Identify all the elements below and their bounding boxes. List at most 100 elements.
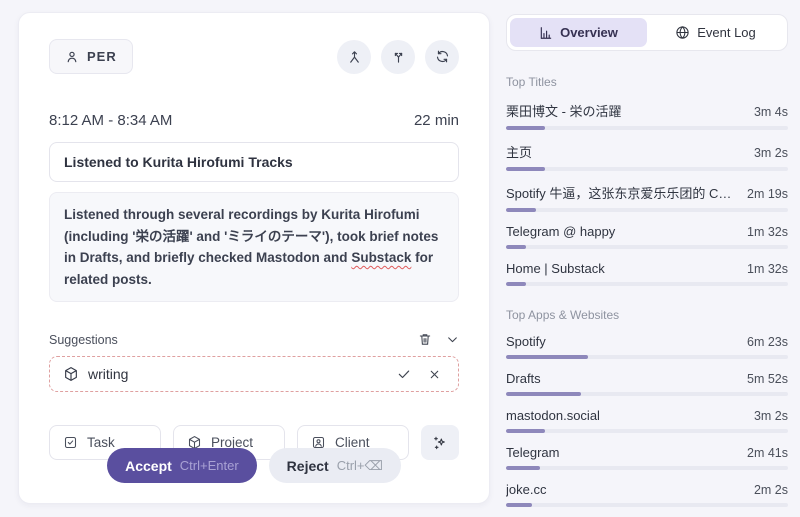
- stat-progress-track: [506, 167, 788, 171]
- category-badge-label: PER: [87, 49, 117, 64]
- stat-duration: 6m 23s: [747, 335, 788, 349]
- stat-duration: 3m 2s: [754, 146, 788, 160]
- duration-value: 22 min: [414, 112, 459, 129]
- trash-icon[interactable]: [418, 332, 432, 347]
- refresh-button[interactable]: [425, 40, 459, 74]
- stat-progress-track: [506, 245, 788, 249]
- top-titles-header: Top Titles: [506, 75, 788, 89]
- stat-duration: 2m 41s: [747, 446, 788, 460]
- accept-shortcut: Ctrl+Enter: [180, 458, 239, 473]
- card-actions: [337, 40, 459, 74]
- stat-progress-fill: [506, 208, 536, 212]
- description-misspelled-word: Substack: [351, 250, 411, 265]
- cta-row: Accept Ctrl+Enter Reject Ctrl+⌫: [19, 448, 489, 483]
- stat-progress-fill: [506, 126, 545, 130]
- suggestions-label: Suggestions: [49, 333, 118, 347]
- stat-progress-track: [506, 282, 788, 286]
- stat-progress-fill: [506, 355, 588, 359]
- stat-progress-fill: [506, 429, 545, 433]
- card-header: PER: [49, 39, 459, 74]
- stat-progress-fill: [506, 503, 532, 507]
- chevron-down-icon[interactable]: [446, 333, 459, 346]
- stat-label: Drafts: [506, 371, 737, 386]
- person-icon: [65, 50, 79, 64]
- top-apps-section: Top Apps & Websites Spotify 6m 23s Draft…: [506, 308, 788, 507]
- stat-row[interactable]: Spotify 牛逼，这张东京爱乐乐团的 CD，演奏... 2m 19s: [506, 183, 788, 212]
- stat-progress-fill: [506, 167, 545, 171]
- stat-label: Telegram @ happy: [506, 224, 737, 239]
- project-cube-icon: [63, 366, 79, 382]
- stat-duration: 3m 2s: [754, 409, 788, 423]
- stats-panel: Overview Event Log Top Titles 栗田博文 - 栄の活…: [506, 14, 788, 517]
- top-apps-header: Top Apps & Websites: [506, 308, 788, 322]
- accept-button[interactable]: Accept Ctrl+Enter: [107, 448, 257, 483]
- stat-progress-fill: [506, 282, 526, 286]
- split-icon: [391, 49, 406, 64]
- stat-label: mastodon.social: [506, 408, 744, 423]
- stat-label: Spotify: [506, 334, 737, 349]
- suggestion-accept-button[interactable]: [393, 365, 415, 383]
- stat-duration: 1m 32s: [747, 262, 788, 276]
- title-input[interactable]: Listened to Kurita Hirofumi Tracks: [49, 142, 459, 182]
- stat-progress-track: [506, 466, 788, 470]
- entry-card: PER: [18, 12, 490, 504]
- stat-row[interactable]: 栗田博文 - 栄の活躍 3m 4s: [506, 101, 788, 130]
- stat-duration: 2m 19s: [747, 187, 788, 201]
- tab-overview-label: Overview: [560, 25, 618, 40]
- tab-overview[interactable]: Overview: [510, 18, 647, 47]
- stat-row[interactable]: Drafts 5m 52s: [506, 371, 788, 396]
- stat-progress-track: [506, 208, 788, 212]
- suggestion-label: writing: [88, 366, 384, 382]
- stat-row[interactable]: joke.cc 2m 2s: [506, 482, 788, 507]
- stat-duration: 5m 52s: [747, 372, 788, 386]
- globe-icon: [675, 25, 690, 40]
- category-badge[interactable]: PER: [49, 39, 133, 74]
- tab-event-log[interactable]: Event Log: [647, 18, 784, 47]
- time-row: 8:12 AM - 8:34 AM 22 min: [49, 112, 459, 129]
- stat-row[interactable]: Telegram @ happy 1m 32s: [506, 224, 788, 249]
- check-icon: [397, 367, 411, 381]
- stat-row[interactable]: mastodon.social 3m 2s: [506, 408, 788, 433]
- top-titles-section: Top Titles 栗田博文 - 栄の活躍 3m 4s 主页 3m 2s Sp…: [506, 75, 788, 286]
- stat-progress-track: [506, 126, 788, 130]
- panel-tabs: Overview Event Log: [506, 14, 788, 51]
- stat-row[interactable]: Telegram 2m 41s: [506, 445, 788, 470]
- stat-row[interactable]: Home | Substack 1m 32s: [506, 261, 788, 286]
- refresh-icon: [435, 49, 450, 64]
- description-textarea[interactable]: Listened through several recordings by K…: [49, 192, 459, 302]
- top-apps-list: Spotify 6m 23s Drafts 5m 52s mastodon.so…: [506, 334, 788, 507]
- stat-duration: 2m 2s: [754, 483, 788, 497]
- merge-button[interactable]: [337, 40, 371, 74]
- stat-label: Telegram: [506, 445, 737, 460]
- stat-duration: 1m 32s: [747, 225, 788, 239]
- bar-chart-icon: [539, 26, 553, 40]
- reject-button[interactable]: Reject Ctrl+⌫: [269, 448, 401, 483]
- stat-progress-track: [506, 355, 788, 359]
- stat-progress-track: [506, 503, 788, 507]
- tab-event-log-label: Event Log: [697, 25, 756, 40]
- stat-progress-fill: [506, 392, 581, 396]
- stat-label: 栗田博文 - 栄の活躍: [506, 101, 744, 120]
- stat-row[interactable]: Spotify 6m 23s: [506, 334, 788, 359]
- suggestion-item[interactable]: writing: [49, 356, 459, 392]
- stat-row[interactable]: 主页 3m 2s: [506, 142, 788, 171]
- reject-button-label: Reject: [287, 458, 329, 474]
- reject-shortcut: Ctrl+⌫: [337, 458, 383, 474]
- stat-progress-track: [506, 429, 788, 433]
- stat-label: joke.cc: [506, 482, 744, 497]
- stat-progress-fill: [506, 466, 540, 470]
- suggestions-header: Suggestions: [49, 332, 459, 347]
- stat-progress-track: [506, 392, 788, 396]
- close-icon: [428, 368, 441, 381]
- accept-button-label: Accept: [125, 458, 172, 474]
- stat-duration: 3m 4s: [754, 105, 788, 119]
- suggestion-dismiss-button[interactable]: [424, 366, 445, 383]
- merge-icon: [347, 49, 362, 64]
- split-button[interactable]: [381, 40, 415, 74]
- top-titles-list: 栗田博文 - 栄の活躍 3m 4s 主页 3m 2s Spotify 牛逼，这张…: [506, 101, 788, 286]
- stat-progress-fill: [506, 245, 526, 249]
- stat-label: 主页: [506, 142, 744, 161]
- stat-label: Home | Substack: [506, 261, 737, 276]
- stat-label: Spotify 牛逼，这张东京爱乐乐团的 CD，演奏...: [506, 183, 737, 202]
- time-range: 8:12 AM - 8:34 AM: [49, 112, 172, 129]
